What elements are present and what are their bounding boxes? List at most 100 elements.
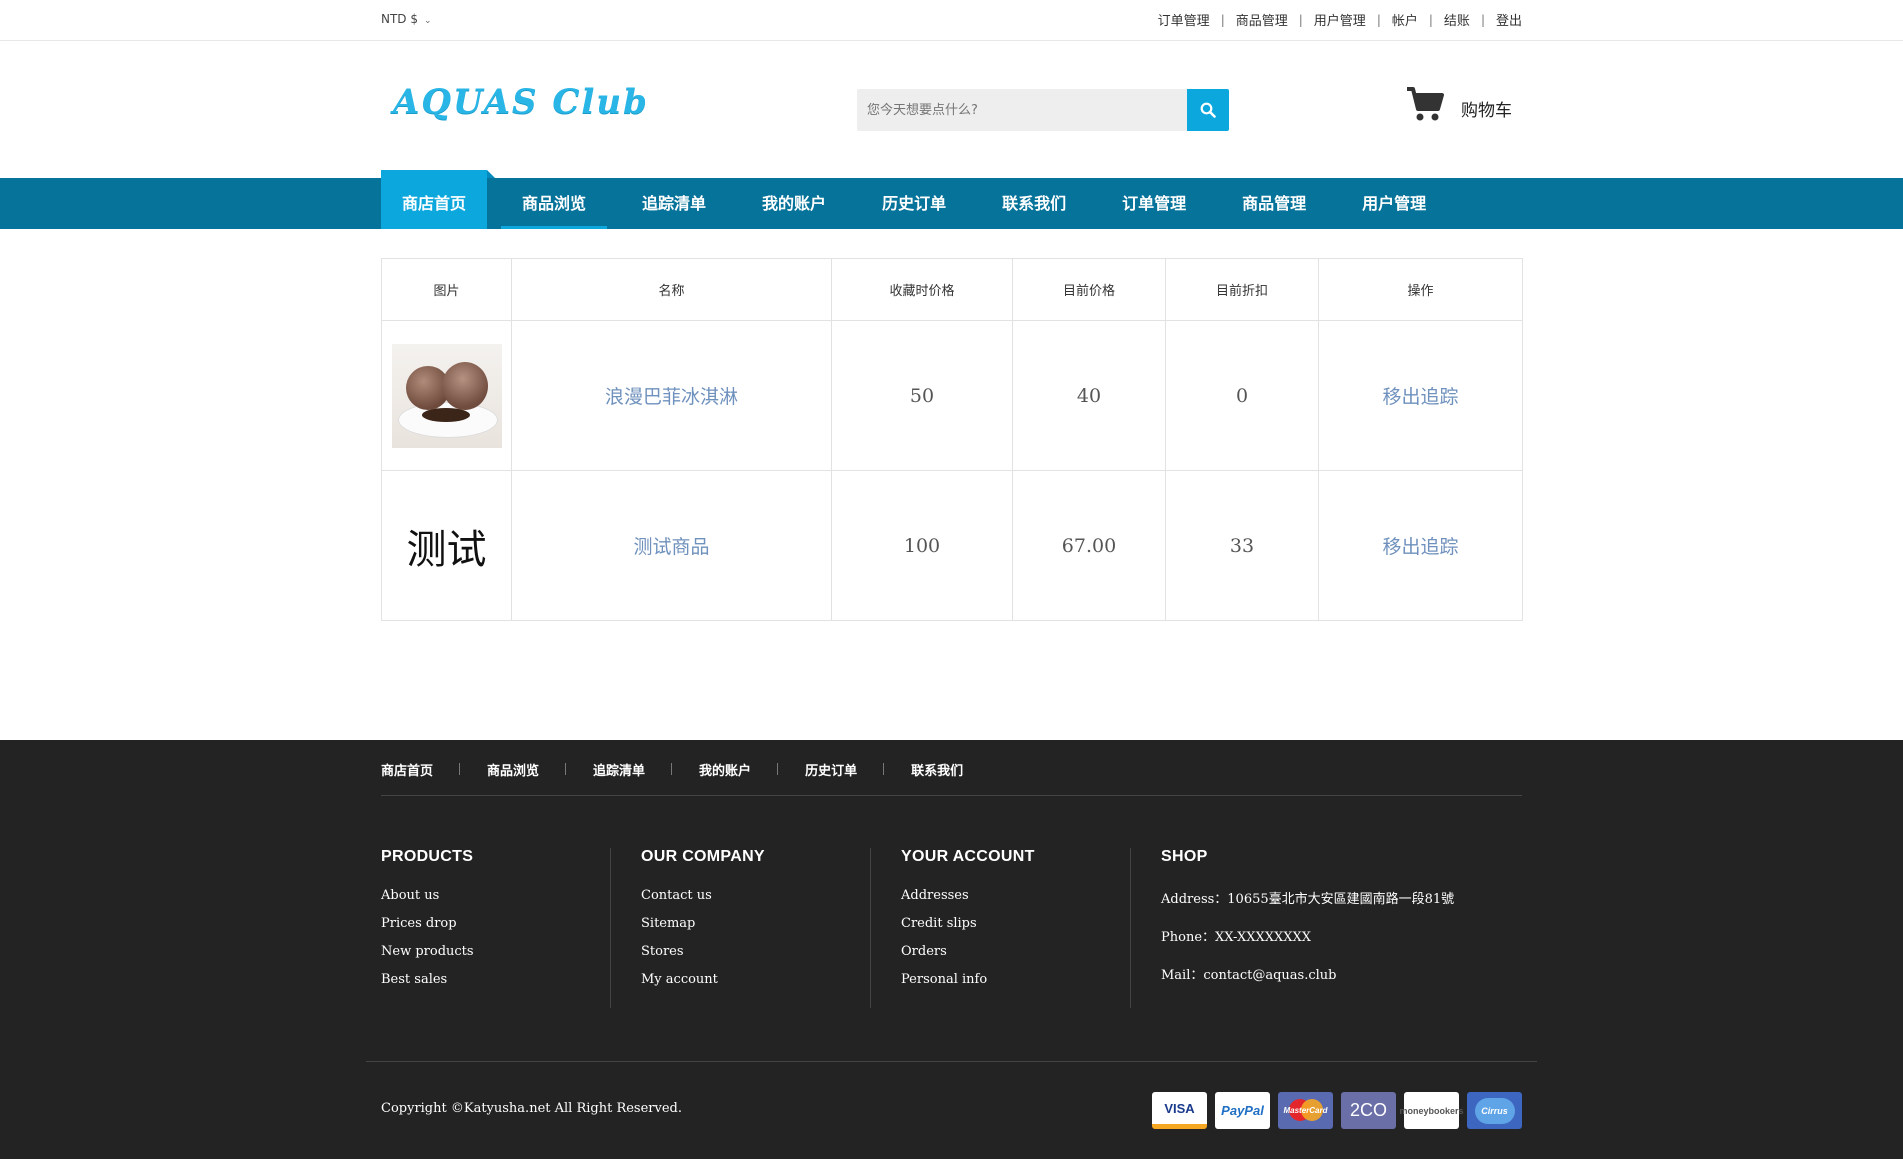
moneybookers-icon: moneybookers xyxy=(1399,1092,1464,1129)
footer-account-title: YOUR ACCOUNT xyxy=(901,848,1035,865)
separator: | xyxy=(1480,12,1485,27)
footer-link-stores[interactable]: Stores xyxy=(641,944,684,959)
header-current-price: 目前价格 xyxy=(1012,258,1166,321)
product-image-cell xyxy=(381,320,512,471)
shop-mail: Mail：contact@aquas.club xyxy=(1161,968,1337,983)
header-name: 名称 xyxy=(511,258,832,321)
divider xyxy=(610,848,611,1008)
separator xyxy=(565,763,567,775)
nav-item-my-account[interactable]: 我的账户 xyxy=(741,178,847,229)
toplink-user-management[interactable]: 用户管理 xyxy=(1314,10,1366,29)
footer-link-my-account[interactable]: My account xyxy=(641,972,718,987)
footer: 商店首页 商品浏览 追踪清单 我的账户 历史订单 联系我们 PRODUCTS A… xyxy=(0,740,1903,1159)
cart-button[interactable]: 购物车 xyxy=(1405,86,1512,122)
footer-nav-contact[interactable]: 联系我们 xyxy=(911,760,963,779)
tracking-table: 图片 名称 收藏时价格 目前价格 目前折扣 操作 浪漫巴菲冰淇淋 50 40 0… xyxy=(381,258,1523,621)
nav-item-browse[interactable]: 商品浏览 xyxy=(501,178,608,229)
footer-link-credit-slips[interactable]: Credit slips xyxy=(901,916,977,931)
footer-products: PRODUCTS About us Prices drop New produc… xyxy=(381,848,611,1008)
footer-link-addresses[interactable]: Addresses xyxy=(901,888,969,903)
search-bar xyxy=(857,89,1229,131)
toplink-order-management[interactable]: 订单管理 xyxy=(1158,10,1210,29)
footer-nav-order-history[interactable]: 历史订单 xyxy=(805,760,857,779)
discount: 33 xyxy=(1165,470,1319,621)
separator xyxy=(671,763,673,775)
nav-item-order-management[interactable]: 订单管理 xyxy=(1101,178,1207,229)
cirrus-icon: Cirrus xyxy=(1467,1092,1522,1129)
nav-item-home[interactable]: 商店首页 xyxy=(381,170,496,229)
discount: 0 xyxy=(1165,320,1319,471)
chevron-down-icon: ⌄ xyxy=(424,16,432,26)
table-header-row: 图片 名称 收藏时价格 目前价格 目前折扣 操作 xyxy=(381,258,1523,321)
fav-price: 100 xyxy=(831,470,1013,621)
product-name-link[interactable]: 测试商品 xyxy=(633,536,709,558)
search-button[interactable] xyxy=(1187,89,1229,131)
toplink-checkout[interactable]: 结账 xyxy=(1444,10,1470,29)
footer-nav-browse[interactable]: 商品浏览 xyxy=(487,760,539,779)
toplink-logout[interactable]: 登出 xyxy=(1496,10,1522,29)
header-action: 操作 xyxy=(1318,258,1523,321)
footer-account: YOUR ACCOUNT Addresses Credit slips Orde… xyxy=(901,848,1131,1008)
header-discount: 目前折扣 xyxy=(1165,258,1319,321)
top-bar: NTD $ ⌄ 订单管理 | 商品管理 | 用户管理 | 帐户 | 结账 | 登出 xyxy=(0,0,1903,41)
footer-link-best-sales[interactable]: Best sales xyxy=(381,972,447,987)
separator: | xyxy=(1298,12,1303,27)
divider xyxy=(366,1061,1537,1062)
separator xyxy=(883,763,885,775)
product-image-text[interactable]: 测试 xyxy=(407,527,487,573)
footer-shop-title: SHOP xyxy=(1161,848,1208,865)
shop-address: Address：10655臺北市大安區建國南路一段81號 xyxy=(1161,892,1455,907)
copyright: Copyright ©Katyusha.net All Right Reserv… xyxy=(381,1101,682,1116)
nav-item-contact[interactable]: 联系我们 xyxy=(981,178,1087,229)
footer-company: OUR COMPANY Contact us Sitemap Stores My… xyxy=(641,848,871,1008)
table-row: 浪漫巴菲冰淇淋 50 40 0 移出追踪 xyxy=(381,320,1523,471)
cart-label: 购物车 xyxy=(1461,100,1512,121)
remove-tracking-link[interactable]: 移出追踪 xyxy=(1382,536,1458,558)
footer-products-title: PRODUCTS xyxy=(381,848,474,865)
footer-nav: 商店首页 商品浏览 追踪清单 我的账户 历史订单 联系我们 xyxy=(381,760,963,779)
footer-link-orders[interactable]: Orders xyxy=(901,944,947,959)
footer-link-about-us[interactable]: About us xyxy=(381,888,439,903)
nav-item-product-management[interactable]: 商品管理 xyxy=(1221,178,1327,229)
nav-item-order-history[interactable]: 历史订单 xyxy=(861,178,967,229)
current-price: 40 xyxy=(1012,320,1166,471)
table-row: 测试 测试商品 100 67.00 33 移出追踪 xyxy=(381,470,1523,621)
visa-icon: VISA xyxy=(1152,1092,1207,1129)
separator: | xyxy=(1220,12,1225,27)
product-image-ice-cream[interactable] xyxy=(391,343,502,448)
toplink-product-management[interactable]: 商品管理 xyxy=(1236,10,1288,29)
product-name-link[interactable]: 浪漫巴菲冰淇淋 xyxy=(605,386,738,408)
nav-item-tracking[interactable]: 追踪清单 xyxy=(621,178,727,229)
search-input[interactable] xyxy=(857,89,1187,131)
shop-phone: Phone：XX-XXXXXXXX xyxy=(1161,930,1312,945)
divider xyxy=(870,848,871,1008)
2co-icon: 2CO xyxy=(1341,1092,1396,1129)
cart-icon xyxy=(1405,86,1445,122)
payment-methods: VISA PayPal MasterCard 2CO moneybookers … xyxy=(1144,1092,1522,1129)
footer-nav-my-account[interactable]: 我的账户 xyxy=(699,760,751,779)
currency-selector[interactable]: NTD $ ⌄ xyxy=(381,12,432,26)
mastercard-icon: MasterCard xyxy=(1278,1092,1333,1129)
footer-link-sitemap[interactable]: Sitemap xyxy=(641,916,695,931)
footer-nav-tracking[interactable]: 追踪清单 xyxy=(593,760,645,779)
toplink-account[interactable]: 帐户 xyxy=(1392,10,1418,29)
separator: | xyxy=(1376,12,1381,27)
footer-link-personal-info[interactable]: Personal info xyxy=(901,972,987,987)
main-nav: 商店首页 商品浏览 追踪清单 我的账户 历史订单 联系我们 订单管理 商品管理 … xyxy=(0,170,1903,229)
footer-company-title: OUR COMPANY xyxy=(641,848,765,865)
separator xyxy=(459,763,461,775)
footer-link-contact-us[interactable]: Contact us xyxy=(641,888,712,903)
separator: | xyxy=(1428,12,1433,27)
footer-nav-home[interactable]: 商店首页 xyxy=(381,760,433,779)
footer-link-prices-drop[interactable]: Prices drop xyxy=(381,916,457,931)
footer-shop: SHOP Address：10655臺北市大安區建國南路一段81號 Phone：… xyxy=(1161,848,1522,1008)
divider xyxy=(381,795,1522,796)
nav-item-user-management[interactable]: 用户管理 xyxy=(1341,178,1447,229)
site-logo[interactable]: AQUAS Club xyxy=(393,82,649,122)
footer-link-new-products[interactable]: New products xyxy=(381,944,474,959)
paypal-icon: PayPal xyxy=(1215,1092,1270,1129)
remove-tracking-link[interactable]: 移出追踪 xyxy=(1382,386,1458,408)
fav-price: 50 xyxy=(831,320,1013,471)
header-fav-price: 收藏时价格 xyxy=(831,258,1013,321)
separator xyxy=(777,763,779,775)
